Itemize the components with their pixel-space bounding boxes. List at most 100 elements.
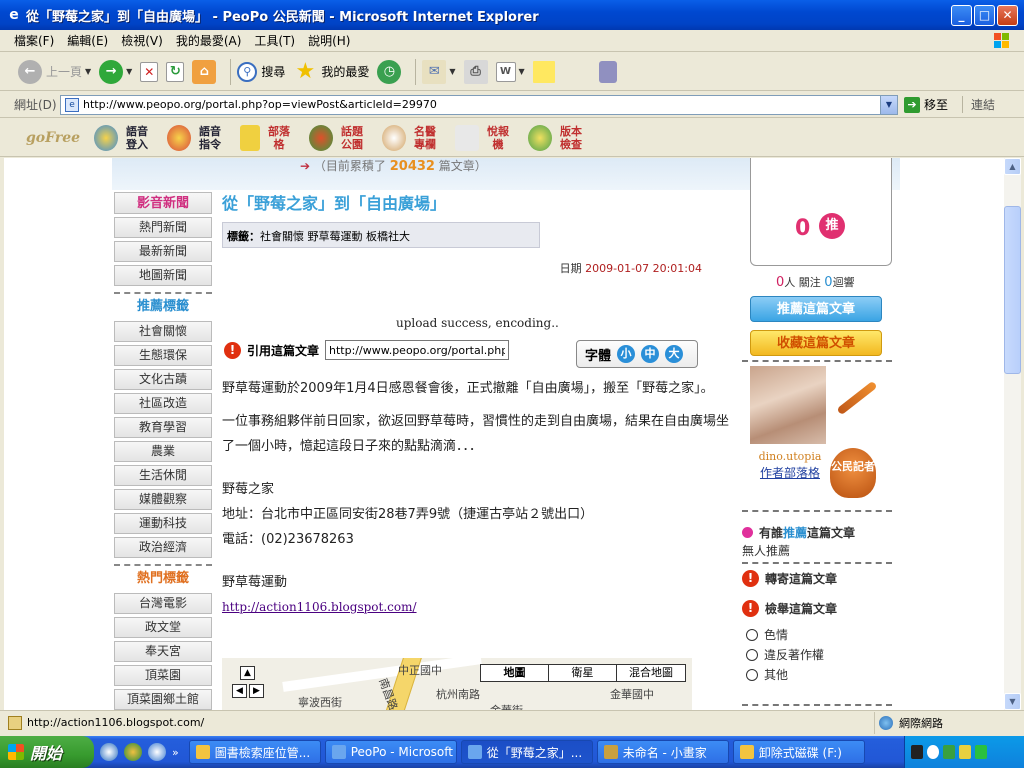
- hot-tag-link[interactable]: 政文堂: [114, 617, 212, 638]
- pan-up-icon[interactable]: ▲: [240, 666, 255, 680]
- menu-file[interactable]: 檔案(F): [14, 32, 54, 49]
- tag-link[interactable]: 運動科技: [114, 513, 212, 534]
- home-button[interactable]: ⌂: [192, 59, 217, 84]
- font-medium-button[interactable]: 中: [641, 345, 660, 363]
- task-paint[interactable]: 未命名 - 小畫家: [596, 740, 729, 764]
- author-blog-link[interactable]: 作者部落格: [750, 464, 830, 481]
- report-option-copyright[interactable]: 違反著作權: [746, 646, 824, 663]
- tag-link[interactable]: 政治經濟: [114, 537, 212, 558]
- browser-icon[interactable]: [148, 743, 166, 761]
- scroll-up-icon[interactable]: ▲: [1004, 158, 1021, 175]
- tag-link[interactable]: 文化古蹟: [114, 369, 212, 390]
- ie-quicklaunch-icon[interactable]: [100, 743, 118, 761]
- hot-tag-link[interactable]: 奉天宮: [114, 641, 212, 662]
- volume-icon[interactable]: [959, 745, 971, 759]
- map-tab-map[interactable]: 地圖: [481, 665, 549, 681]
- network-icon[interactable]: [943, 745, 955, 759]
- blog-link[interactable]: http://action1106.blogspot.com/: [222, 600, 417, 614]
- scroll-down-icon[interactable]: ▼: [1004, 693, 1021, 710]
- minimize-button[interactable]: _: [951, 4, 972, 26]
- tag-link[interactable]: 生活休閒: [114, 465, 212, 486]
- tag-link[interactable]: 社會關懷: [114, 321, 212, 342]
- collect-button[interactable]: 收藏這篇文章: [750, 330, 882, 356]
- edit-button[interactable]: W ▼: [495, 61, 525, 82]
- close-button[interactable]: ✕: [997, 4, 1018, 26]
- blog-button[interactable]: 部落格: [240, 124, 295, 151]
- hot-tag-link[interactable]: 台灣電影: [114, 593, 212, 614]
- tag-list[interactable]: 社會關懷 野草莓運動 板橋社大: [260, 230, 410, 243]
- tray-chevron-icon[interactable]: [927, 745, 939, 759]
- nav-hot-news[interactable]: 熱門新聞: [114, 217, 212, 238]
- go-button[interactable]: ➔ 移至: [904, 96, 948, 113]
- font-large-button[interactable]: 大: [665, 345, 684, 363]
- chevron-down-icon[interactable]: ▼: [880, 95, 897, 114]
- doctor-column-button[interactable]: 名醫專欄: [382, 124, 441, 151]
- menu-tools[interactable]: 工具(T): [254, 32, 295, 49]
- author-photo[interactable]: [750, 366, 826, 444]
- address-input[interactable]: e http://www.peopo.org/portal.php?op=vie…: [60, 94, 898, 115]
- recommend-button[interactable]: 推薦這篇文章: [750, 296, 882, 322]
- voice-login-button[interactable]: 語音登入: [94, 124, 153, 151]
- newspaper-button[interactable]: 悅報機: [455, 124, 514, 151]
- topic-park-button[interactable]: 話題公園: [309, 124, 368, 151]
- history-button[interactable]: ◷: [377, 59, 402, 84]
- address-url[interactable]: http://www.peopo.org/portal.php?op=viewP…: [83, 98, 880, 111]
- note-button[interactable]: [532, 60, 555, 83]
- vertical-scrollbar[interactable]: ▲ ▼: [1004, 158, 1021, 710]
- task-peopo[interactable]: PeoPo - Microsoft ...: [324, 740, 457, 764]
- print-button[interactable]: ⎙: [463, 59, 488, 84]
- report-option-porn[interactable]: 色情: [746, 626, 788, 643]
- search-button[interactable]: ⚲ 搜尋: [237, 61, 285, 82]
- menu-view[interactable]: 檢視(V): [121, 32, 163, 49]
- menu-edit[interactable]: 編輯(E): [67, 32, 108, 49]
- task-library[interactable]: 圖書檢索座位管...: [188, 740, 321, 764]
- font-small-button[interactable]: 小: [617, 345, 636, 363]
- nav-map-news[interactable]: 地圖新聞: [114, 265, 212, 286]
- media-player-icon[interactable]: [124, 743, 142, 761]
- links-button[interactable]: 連結: [962, 96, 995, 113]
- nav-latest-news[interactable]: 最新新聞: [114, 241, 212, 262]
- back-button[interactable]: ← 上一頁 ▼: [18, 59, 91, 84]
- map-tab-satellite[interactable]: 衛星: [549, 665, 617, 681]
- scroll-thumb[interactable]: [1004, 206, 1021, 374]
- push-button[interactable]: 推: [819, 213, 845, 239]
- maximize-button[interactable]: □: [974, 4, 995, 26]
- chevron-right-icon[interactable]: »: [172, 746, 179, 759]
- menu-favorites[interactable]: 我的最愛(A): [176, 32, 242, 49]
- pan-left-icon[interactable]: ◀: [232, 684, 247, 698]
- keyboard-icon[interactable]: [911, 745, 923, 759]
- favorites-button[interactable]: ★ 我的最愛: [293, 59, 369, 84]
- task-removable-disk[interactable]: 卸除式磁碟 (F:): [732, 740, 865, 764]
- forward-button[interactable]: → ▼: [99, 59, 132, 84]
- report-article-link[interactable]: ! 檢舉這篇文章: [742, 600, 837, 617]
- voice-command-button[interactable]: 語音指令: [167, 124, 226, 151]
- task-article[interactable]: 從「野莓之家」...: [460, 740, 593, 764]
- radio-button[interactable]: [746, 648, 758, 661]
- cite-url-field[interactable]: [325, 340, 510, 360]
- tag-link[interactable]: 教育學習: [114, 417, 212, 438]
- hot-tag-link[interactable]: 頂菜園鄉土館: [114, 689, 212, 710]
- mail-button[interactable]: ✉ ▼: [422, 59, 456, 84]
- report-option-other[interactable]: 其他: [746, 666, 788, 683]
- nav-video-news[interactable]: 影音新聞: [114, 192, 212, 214]
- tag-link[interactable]: 社區改造: [114, 393, 212, 414]
- forward-article-link[interactable]: ! 轉寄這篇文章: [742, 570, 837, 587]
- messenger-button[interactable]: [598, 60, 617, 83]
- start-button[interactable]: 開始: [0, 736, 94, 768]
- security-icon[interactable]: [975, 745, 987, 759]
- radio-button[interactable]: [746, 668, 758, 681]
- pan-right-icon[interactable]: ▶: [249, 684, 264, 698]
- radio-button[interactable]: [746, 628, 758, 641]
- map-tab-hybrid[interactable]: 混合地圖: [617, 665, 685, 681]
- stop-button[interactable]: ✕: [140, 61, 159, 82]
- tag-link[interactable]: 生態環保: [114, 345, 212, 366]
- menu-help[interactable]: 說明(H): [308, 32, 350, 49]
- article-total: ➔ （目前累積了 20432 篇文章）: [300, 159, 487, 174]
- author-name[interactable]: dino.utopia: [750, 450, 830, 463]
- refresh-button[interactable]: ↻: [166, 61, 185, 82]
- map[interactable]: 中正國中 南昌路 寧波西街 金華街 杭州南路 金華國中 地圖 衛星 混合地圖 ▲…: [222, 658, 692, 710]
- tag-link[interactable]: 媒體觀察: [114, 489, 212, 510]
- version-check-button[interactable]: 版本檢查: [528, 124, 587, 151]
- tag-link[interactable]: 農業: [114, 441, 212, 462]
- hot-tag-link[interactable]: 頂菜園: [114, 665, 212, 686]
